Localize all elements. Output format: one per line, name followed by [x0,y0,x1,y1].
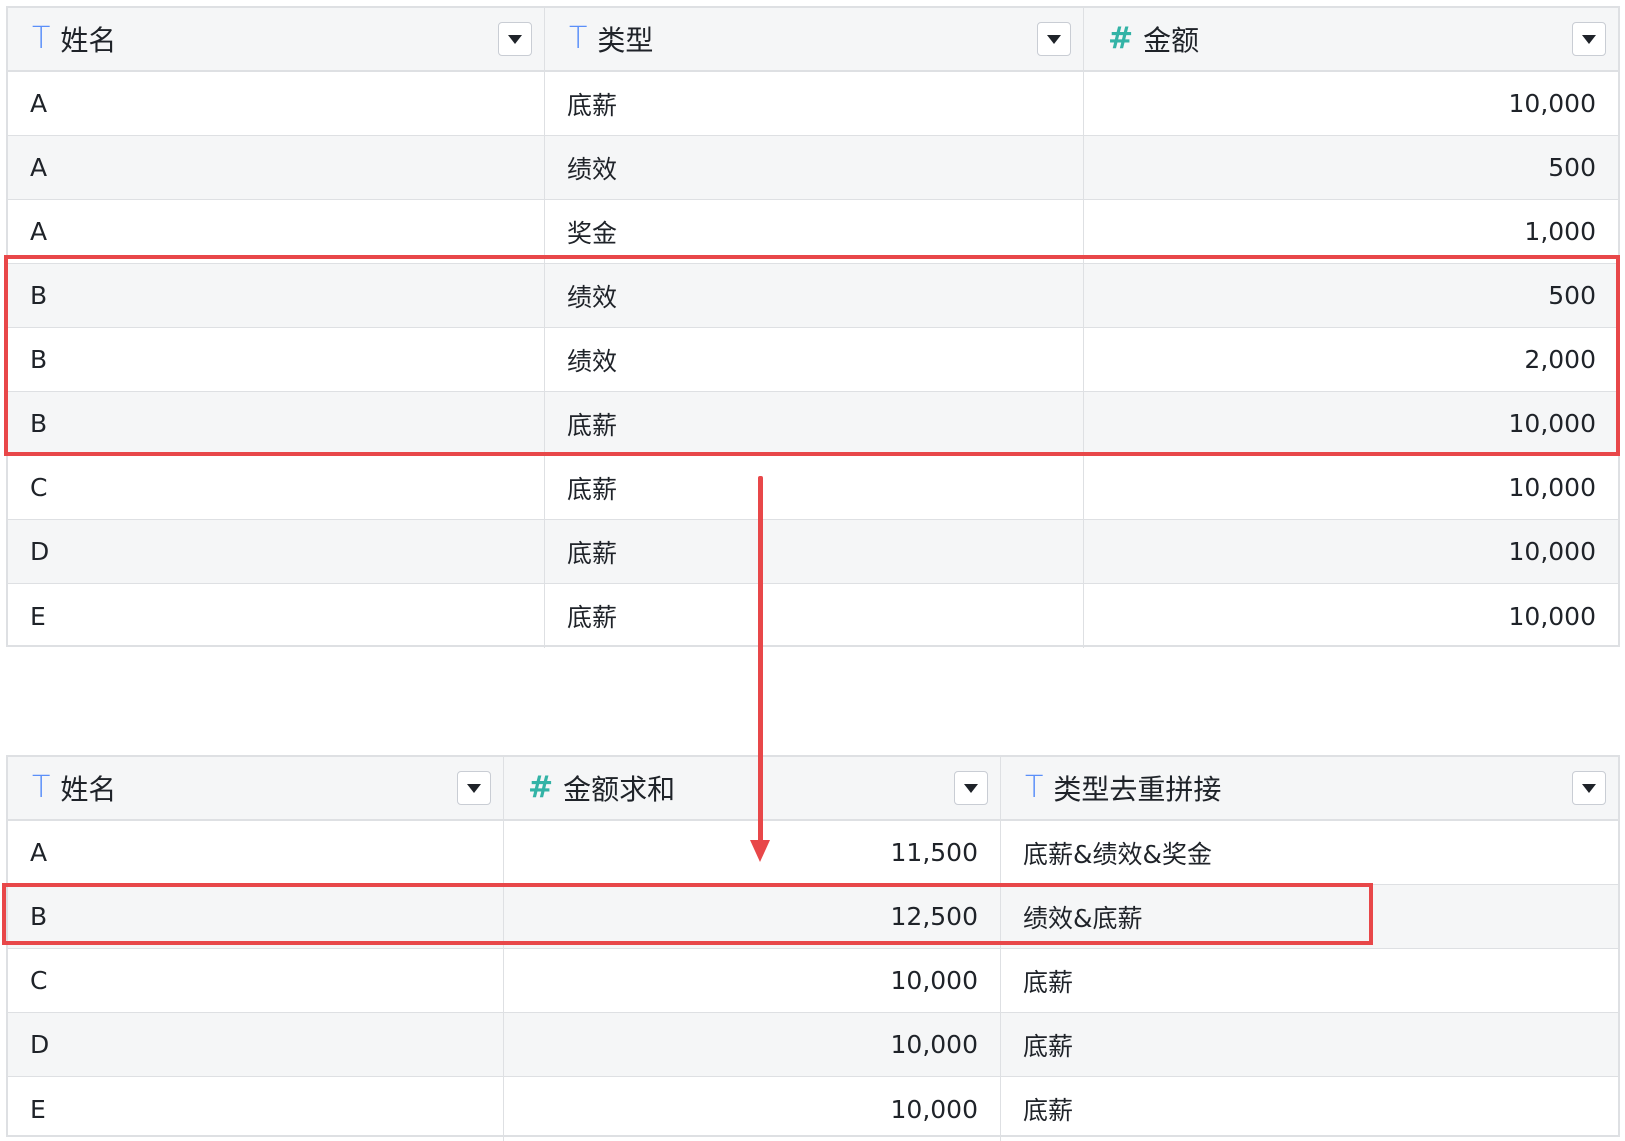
cell-name[interactable]: B [8,392,545,455]
caret-down-icon [1047,34,1061,44]
cell-name[interactable]: A [8,72,545,135]
cell-sum[interactable]: 10,000 [504,949,1001,1012]
cell-types[interactable]: 绩效&底薪 [1001,885,1618,948]
column-header-label: 类型 [597,24,654,57]
column-header-types[interactable]: T 类型去重拼接 [1001,757,1618,819]
table-row[interactable]: C 10,000 底薪 [8,949,1618,1013]
table-row[interactable]: D 底薪 10,000 [8,520,1618,584]
cell-name[interactable]: D [8,520,545,583]
table-row[interactable]: E 10,000 底薪 [8,1077,1618,1141]
column-header-label: 金额求和 [563,773,676,806]
cell-name[interactable]: A [8,821,504,884]
table-row[interactable]: C 底薪 10,000 [8,456,1618,520]
column-header-label: 类型去重拼接 [1053,773,1222,806]
cell-name[interactable]: B [8,328,545,391]
cell-type[interactable]: 底薪 [545,520,1084,583]
column-dropdown-button[interactable] [954,771,988,805]
cell-name[interactable]: E [8,584,545,648]
cell-amount[interactable]: 10,000 [1084,520,1618,583]
column-header-type[interactable]: T 类型 [545,8,1084,70]
column-header-amount[interactable]: # 金额 [1084,8,1618,70]
cell-types[interactable]: 底薪 [1001,1013,1618,1076]
cell-sum[interactable]: 12,500 [504,885,1001,948]
column-header-label: 金额 [1143,24,1200,57]
cell-type[interactable]: 底薪 [545,584,1084,648]
cell-type[interactable]: 绩效 [545,136,1084,199]
cell-type[interactable]: 奖金 [545,200,1084,263]
arrow-down-icon [750,840,770,862]
cell-amount[interactable]: 500 [1084,264,1618,327]
table-row[interactable]: B 绩效 2,000 [8,328,1618,392]
cell-name[interactable]: B [8,885,504,948]
cell-type[interactable]: 底薪 [545,456,1084,519]
column-header-label: 姓名 [60,773,117,806]
cell-amount[interactable]: 1,000 [1084,200,1618,263]
table-row[interactable]: E 底薪 10,000 [8,584,1618,648]
cell-types[interactable]: 底薪&绩效&奖金 [1001,821,1618,884]
column-header-name[interactable]: T 姓名 [8,757,504,819]
table-row[interactable]: A 绩效 500 [8,136,1618,200]
caret-down-icon [1582,783,1596,793]
column-header-name[interactable]: T 姓名 [8,8,545,70]
cell-type[interactable]: 绩效 [545,328,1084,391]
column-dropdown-button[interactable] [1572,771,1606,805]
caret-down-icon [508,34,522,44]
column-header-sum[interactable]: # 金额求和 [504,757,1001,819]
cell-name[interactable]: C [8,949,504,1012]
cell-amount[interactable]: 10,000 [1084,392,1618,455]
cell-name[interactable]: D [8,1013,504,1076]
text-type-icon: T [569,21,588,56]
cell-type[interactable]: 绩效 [545,264,1084,327]
text-type-icon: T [32,21,51,56]
text-type-icon: T [1025,770,1044,805]
cell-types[interactable]: 底薪 [1001,1077,1618,1141]
table-row[interactable]: B 底薪 10,000 [8,392,1618,456]
column-dropdown-button[interactable] [1572,22,1606,56]
cell-name[interactable]: A [8,200,545,263]
column-header-label: 姓名 [60,24,117,57]
column-dropdown-button[interactable] [457,771,491,805]
caret-down-icon [964,783,978,793]
cell-name[interactable]: A [8,136,545,199]
result-table: T 姓名 # 金额求和 T 类型去重拼接 A 11,500 底薪&绩效&奖金 B… [6,755,1620,1141]
source-table: T 姓名 T 类型 # 金额 A 底薪 10,000 A 绩效 500 A 奖金… [6,6,1620,648]
result-table-header: T 姓名 # 金额求和 T 类型去重拼接 [8,757,1618,821]
cell-name[interactable]: C [8,456,545,519]
caret-down-icon [1582,34,1596,44]
table-row[interactable]: A 奖金 1,000 [8,200,1618,264]
number-type-icon: # [528,770,554,805]
cell-types[interactable]: 底薪 [1001,949,1618,1012]
cell-sum[interactable]: 10,000 [504,1077,1001,1141]
table-row[interactable]: A 底薪 10,000 [8,72,1618,136]
cell-amount[interactable]: 10,000 [1084,72,1618,135]
table-row[interactable]: B 绩效 500 [8,264,1618,328]
table-row[interactable]: B 12,500 绩效&底薪 [8,885,1618,949]
cell-amount[interactable]: 10,000 [1084,456,1618,519]
cell-sum[interactable]: 10,000 [504,1013,1001,1076]
arrow-line [758,476,763,846]
cell-type[interactable]: 底薪 [545,72,1084,135]
column-dropdown-button[interactable] [1037,22,1071,56]
text-type-icon: T [32,770,51,805]
source-table-header: T 姓名 T 类型 # 金额 [8,8,1618,72]
number-type-icon: # [1108,21,1134,56]
cell-name[interactable]: B [8,264,545,327]
table-row[interactable]: A 11,500 底薪&绩效&奖金 [8,821,1618,885]
table-row[interactable]: D 10,000 底薪 [8,1013,1618,1077]
cell-amount[interactable]: 500 [1084,136,1618,199]
cell-name[interactable]: E [8,1077,504,1141]
cell-type[interactable]: 底薪 [545,392,1084,455]
cell-amount[interactable]: 10,000 [1084,584,1618,648]
cell-amount[interactable]: 2,000 [1084,328,1618,391]
caret-down-icon [467,783,481,793]
column-dropdown-button[interactable] [498,22,532,56]
